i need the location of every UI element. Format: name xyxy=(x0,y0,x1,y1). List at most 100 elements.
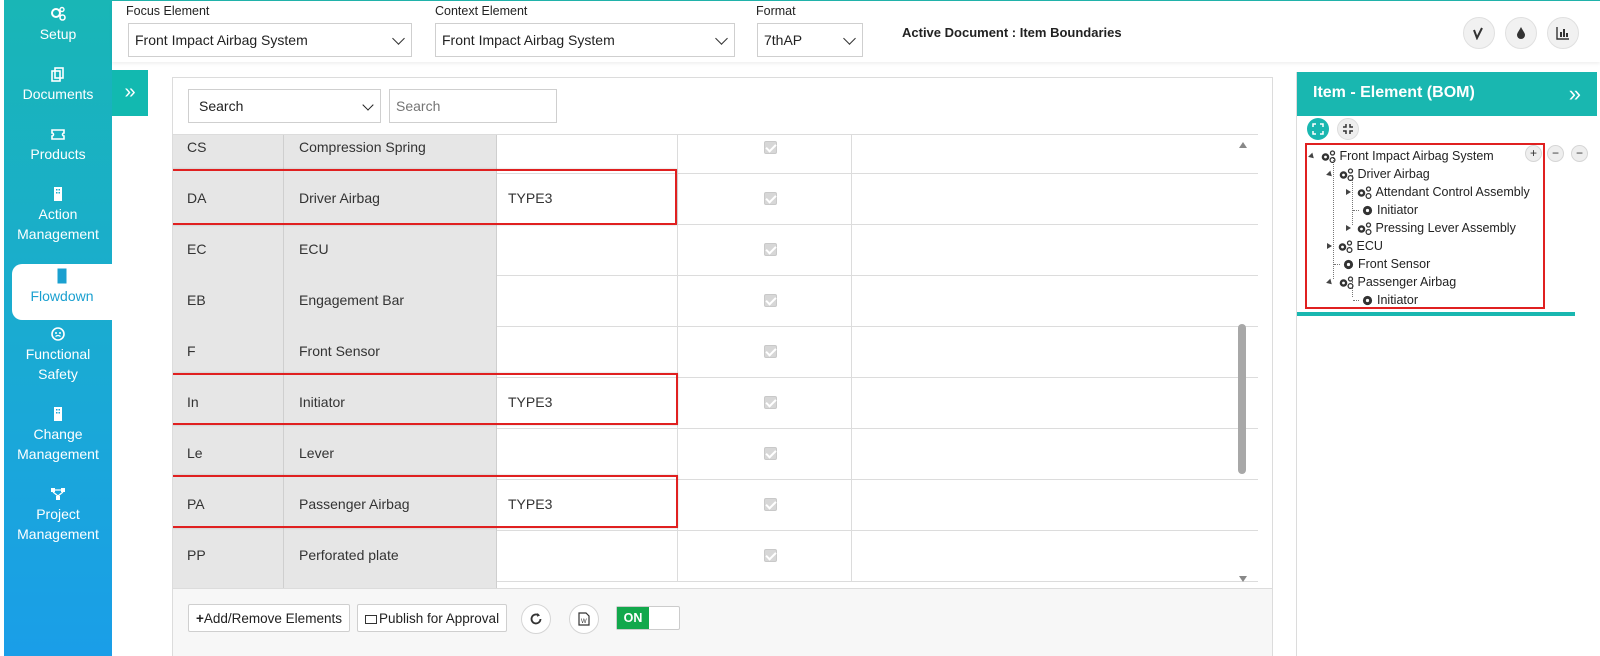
sidebar-item-functional-safety[interactable]: Functional Safety xyxy=(4,326,112,384)
scroll-thumb[interactable] xyxy=(1238,324,1246,474)
expand-tree-button[interactable] xyxy=(1307,118,1329,140)
type-cell[interactable] xyxy=(497,135,678,173)
sidebar-item-action-management[interactable]: Action Management xyxy=(4,186,112,244)
face-icon xyxy=(50,326,66,342)
type-cell[interactable] xyxy=(497,428,678,479)
collapse-node-button[interactable]: − xyxy=(1571,145,1588,162)
notes-cell[interactable] xyxy=(852,135,1236,173)
checkbox-cell xyxy=(678,326,852,377)
top-bar: Focus Element Front Impact Airbag System… xyxy=(112,0,1600,62)
checkbox[interactable] xyxy=(764,345,777,358)
type-cell[interactable] xyxy=(497,326,678,377)
double-chevron-right-icon: » xyxy=(124,81,136,103)
tree-node[interactable]: Attendant Control Assembly xyxy=(1346,184,1530,200)
collapse-tree-button[interactable] xyxy=(1337,118,1359,140)
expand-panel-button[interactable]: » xyxy=(112,70,148,116)
table-row[interactable]: PP Perforated plate xyxy=(173,530,1258,582)
checkbox[interactable] xyxy=(764,396,777,409)
context-element-label: Context Element xyxy=(435,4,528,18)
tree-node[interactable]: Passenger Airbag xyxy=(1326,274,1456,290)
notes-cell[interactable] xyxy=(852,479,1236,530)
checkbox[interactable] xyxy=(764,243,777,256)
sidebar-item-setup[interactable]: Setup xyxy=(4,6,112,44)
tree-node[interactable]: Front Impact Airbag System xyxy=(1308,148,1494,164)
table-row[interactable]: Le Lever xyxy=(173,428,1258,480)
tree-node[interactable]: Driver Airbag xyxy=(1326,166,1430,182)
bom-panel-title: Item - Element (BOM) xyxy=(1313,84,1475,101)
checkbox-cell xyxy=(678,135,852,173)
publish-for-approval-button[interactable]: Publish for Approval xyxy=(357,604,508,632)
format-label: Format xyxy=(756,4,796,18)
notes-cell[interactable] xyxy=(852,173,1236,224)
focus-element-select[interactable]: Front Impact Airbag System xyxy=(128,23,412,57)
export-word-button[interactable]: W xyxy=(569,604,599,634)
chevron-down-icon xyxy=(362,99,374,111)
sidebar-item-products[interactable]: Products xyxy=(4,126,112,164)
vimeo-button[interactable] xyxy=(1463,17,1495,49)
tree-node-label: Front Sensor xyxy=(1358,257,1431,271)
notes-cell[interactable] xyxy=(852,326,1236,377)
chevron-down-icon xyxy=(715,32,728,45)
scroll-up-arrow-icon[interactable] xyxy=(1239,142,1247,148)
sidebar-item-project-management[interactable]: Project Management xyxy=(4,486,112,544)
sidebar-item-label: Change Management xyxy=(17,426,99,462)
table-row[interactable]: CS Compression Spring xyxy=(173,135,1258,174)
copy-icon xyxy=(50,66,66,82)
gears-icon xyxy=(1337,240,1354,257)
sidebar-item-documents[interactable]: Documents xyxy=(4,66,112,104)
code-cell: EB xyxy=(173,275,284,326)
tree-node[interactable]: Initiator xyxy=(1353,292,1418,308)
remove-node-button[interactable]: − xyxy=(1547,145,1564,162)
add-node-button[interactable]: + xyxy=(1525,145,1542,162)
type-cell[interactable] xyxy=(497,224,678,275)
notes-cell[interactable] xyxy=(852,428,1236,479)
name-cell: ECU xyxy=(284,224,497,275)
sidebar-item-change-management[interactable]: Change Management xyxy=(4,406,112,464)
scroll-down-arrow-icon[interactable] xyxy=(1239,576,1247,582)
collapse-panel-button[interactable]: » xyxy=(1569,81,1581,107)
checkbox[interactable] xyxy=(764,294,777,307)
button-label: Publish for Approval xyxy=(379,611,500,626)
tree-collapsed-icon xyxy=(1346,225,1351,231)
table-scrollbar[interactable] xyxy=(1235,134,1251,587)
search-field-select[interactable]: Search xyxy=(188,89,381,123)
table-row[interactable]: EB Engagement Bar xyxy=(173,275,1258,327)
tree-collapsed-icon xyxy=(1346,189,1351,195)
table-row[interactable]: EC ECU xyxy=(173,224,1258,276)
chart-button[interactable] xyxy=(1547,17,1579,49)
tree-node[interactable]: Initiator xyxy=(1353,202,1418,218)
tree-node[interactable]: Front Sensor xyxy=(1334,256,1430,272)
format-select[interactable]: 7thAP xyxy=(757,23,863,57)
type-cell[interactable] xyxy=(497,530,678,581)
tree-node-label: Initiator xyxy=(1377,203,1418,217)
checkbox[interactable] xyxy=(764,549,777,562)
table-row[interactable]: F Front Sensor xyxy=(173,326,1258,378)
notes-cell[interactable] xyxy=(852,530,1236,581)
word-file-icon: W xyxy=(578,612,590,626)
context-element-select[interactable]: Front Impact Airbag System xyxy=(435,23,735,57)
notes-cell[interactable] xyxy=(852,224,1236,275)
checkbox[interactable] xyxy=(764,192,777,205)
on-off-toggle[interactable]: ON xyxy=(616,606,680,630)
code-cell: CS xyxy=(173,135,284,173)
tree-connector xyxy=(1353,300,1359,301)
highlight-box xyxy=(173,475,678,528)
tree-node[interactable]: ECU xyxy=(1327,238,1383,254)
checkbox[interactable] xyxy=(764,141,777,154)
sidebar-item-label: Project Management xyxy=(17,506,99,542)
type-cell[interactable] xyxy=(497,275,678,326)
sidebar-item-flowdown[interactable]: Flowdown xyxy=(12,264,112,320)
fullscreen-icon xyxy=(1312,123,1324,135)
notes-cell[interactable] xyxy=(852,377,1236,428)
notes-cell[interactable] xyxy=(852,275,1236,326)
refresh-button[interactable] xyxy=(521,604,551,634)
name-cell: Lever xyxy=(284,428,497,479)
tree-node[interactable]: Pressing Lever Assembly xyxy=(1346,220,1516,236)
checkbox[interactable] xyxy=(764,498,777,511)
tree-node-label: Front Impact Airbag System xyxy=(1339,149,1494,163)
checkbox[interactable] xyxy=(764,447,777,460)
gears-icon xyxy=(1356,222,1373,239)
theme-button[interactable] xyxy=(1505,17,1537,49)
search-input[interactable] xyxy=(389,89,557,123)
add-remove-elements-button[interactable]: +Add/Remove Elements xyxy=(188,604,350,632)
